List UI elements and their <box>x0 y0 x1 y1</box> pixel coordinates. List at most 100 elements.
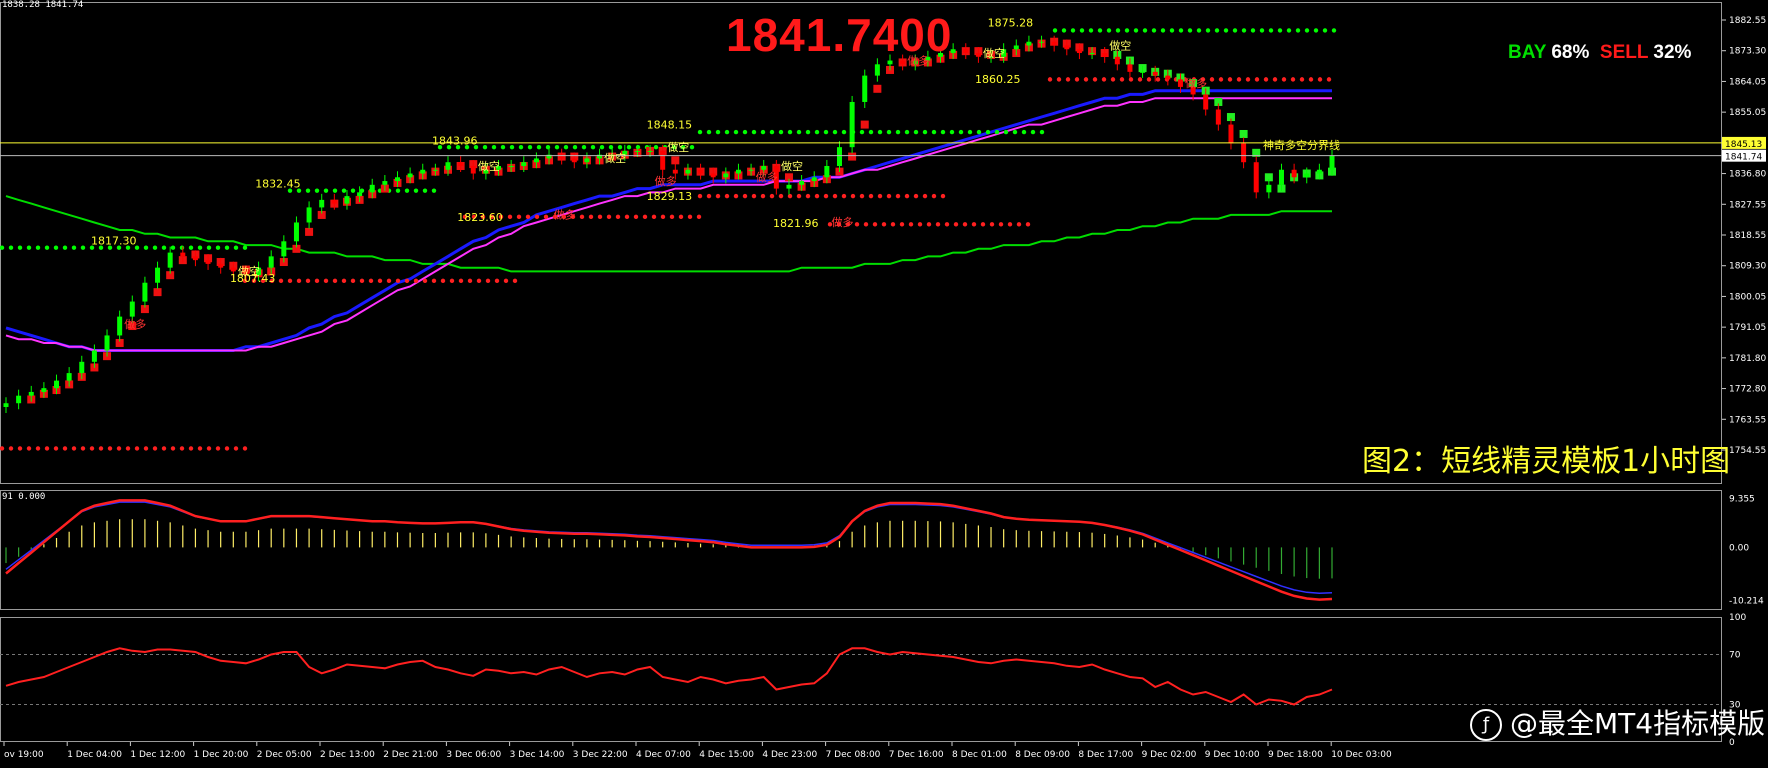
signal-dot <box>931 129 937 135</box>
candle-body <box>382 181 388 185</box>
signal-dot <box>1030 129 1036 135</box>
signal-dot <box>197 245 203 250</box>
signal-dot <box>1205 28 1211 33</box>
candle-body <box>432 169 438 171</box>
signal-dot <box>922 193 928 199</box>
signal-dot <box>1313 28 1319 33</box>
signal-dot <box>1259 28 1265 33</box>
signal-dot <box>617 144 623 150</box>
x-tick-label: 2 Dec 21:00 <box>383 750 438 760</box>
signal-dot <box>823 129 829 135</box>
signal-dot <box>449 278 455 284</box>
signal-dot <box>26 245 32 250</box>
signal-dot <box>660 214 666 220</box>
signal-dot <box>1021 129 1027 135</box>
signal-dot <box>742 129 748 135</box>
signal-dot <box>224 446 230 451</box>
candle-body <box>180 252 186 257</box>
panel-border <box>0 2 1722 484</box>
candle-body <box>1253 162 1259 193</box>
signal-dot <box>940 129 946 135</box>
candle-body <box>344 196 350 204</box>
watermark: ƒ @最全MT4指标模版 <box>1470 702 1765 742</box>
signal-dot <box>44 245 50 250</box>
signal-dot <box>706 193 712 199</box>
signal-dot <box>554 144 560 150</box>
sell-pct: 32% <box>1653 42 1692 63</box>
macd-label: 91 0.000 <box>2 492 46 502</box>
candle-body <box>647 150 653 152</box>
macd-y-label: 9.355 <box>1729 495 1755 505</box>
weibo-icon: ƒ <box>1470 709 1502 741</box>
signal-dot <box>1236 77 1242 82</box>
signal-label: 做多 <box>831 215 853 229</box>
candle-body <box>710 173 716 178</box>
signal-dot <box>332 278 338 284</box>
signal-dot <box>1151 28 1157 33</box>
ribbon-block <box>860 120 869 129</box>
signal-dot <box>715 129 721 135</box>
candle-body <box>735 169 741 174</box>
signal-dot <box>1245 77 1251 82</box>
signal-dot <box>1295 28 1301 33</box>
signal-dot <box>536 144 542 150</box>
signal-dot <box>913 129 919 135</box>
signal-dot <box>841 129 847 135</box>
signal-dot <box>224 245 230 250</box>
signal-dot <box>597 214 603 220</box>
price-annotation: 1823.60 <box>457 211 503 224</box>
signal-dot <box>377 278 383 284</box>
signal-dot <box>422 188 428 193</box>
candle-body <box>1329 155 1335 170</box>
signal-dot <box>467 278 473 284</box>
signal-dot <box>922 129 928 135</box>
bay-pct: 68% <box>1551 42 1590 63</box>
y-tick-label: 1864.05 <box>1729 77 1766 87</box>
signal-dot <box>642 214 648 220</box>
signal-dot <box>1250 28 1256 33</box>
signal-dot <box>287 278 293 284</box>
signal-dot <box>1133 28 1139 33</box>
signal-label: 做空 <box>604 151 626 165</box>
signal-dot <box>895 193 901 199</box>
signal-dot <box>305 188 311 193</box>
signal-dot <box>527 144 533 150</box>
signal-dot <box>188 446 194 451</box>
signal-dot <box>485 278 491 284</box>
signal-dot <box>953 222 959 227</box>
candle-body <box>698 169 704 174</box>
signal-dot <box>350 188 356 193</box>
signal-dot <box>1012 129 1018 135</box>
signal-dot <box>940 193 946 199</box>
signal-dot <box>635 144 641 150</box>
signal-dot <box>242 245 248 250</box>
signal-dot <box>179 446 185 451</box>
candle-body <box>1026 41 1032 46</box>
signal-dot <box>116 446 122 451</box>
candle-body <box>79 361 85 374</box>
buy-dots <box>1052 28 1337 33</box>
price-tag-label: 1841.74 <box>1725 153 1762 163</box>
signal-dot <box>53 446 59 451</box>
signal-dot <box>1137 77 1143 82</box>
x-tick-label: 9 Dec 18:00 <box>1268 750 1323 760</box>
signal-dot <box>516 214 522 220</box>
signal-label: 做空 <box>781 159 803 173</box>
signal-dot <box>1218 77 1224 82</box>
signal-dot <box>581 144 587 150</box>
y-tick-label: 1791.05 <box>1729 323 1766 333</box>
signal-dot <box>107 446 113 451</box>
candle-body <box>571 158 577 163</box>
signal-dot <box>503 278 509 284</box>
candle-body <box>407 173 413 178</box>
candle-body <box>458 162 464 166</box>
signal-dot <box>458 278 464 284</box>
signal-dot <box>787 129 793 135</box>
signal-dot <box>706 129 712 135</box>
signal-dot <box>1110 77 1116 82</box>
candle-body <box>104 335 110 351</box>
candle-body <box>1114 56 1120 65</box>
signal-dot <box>431 188 437 193</box>
candle-body <box>1241 143 1247 163</box>
signal-dot <box>1106 28 1112 33</box>
